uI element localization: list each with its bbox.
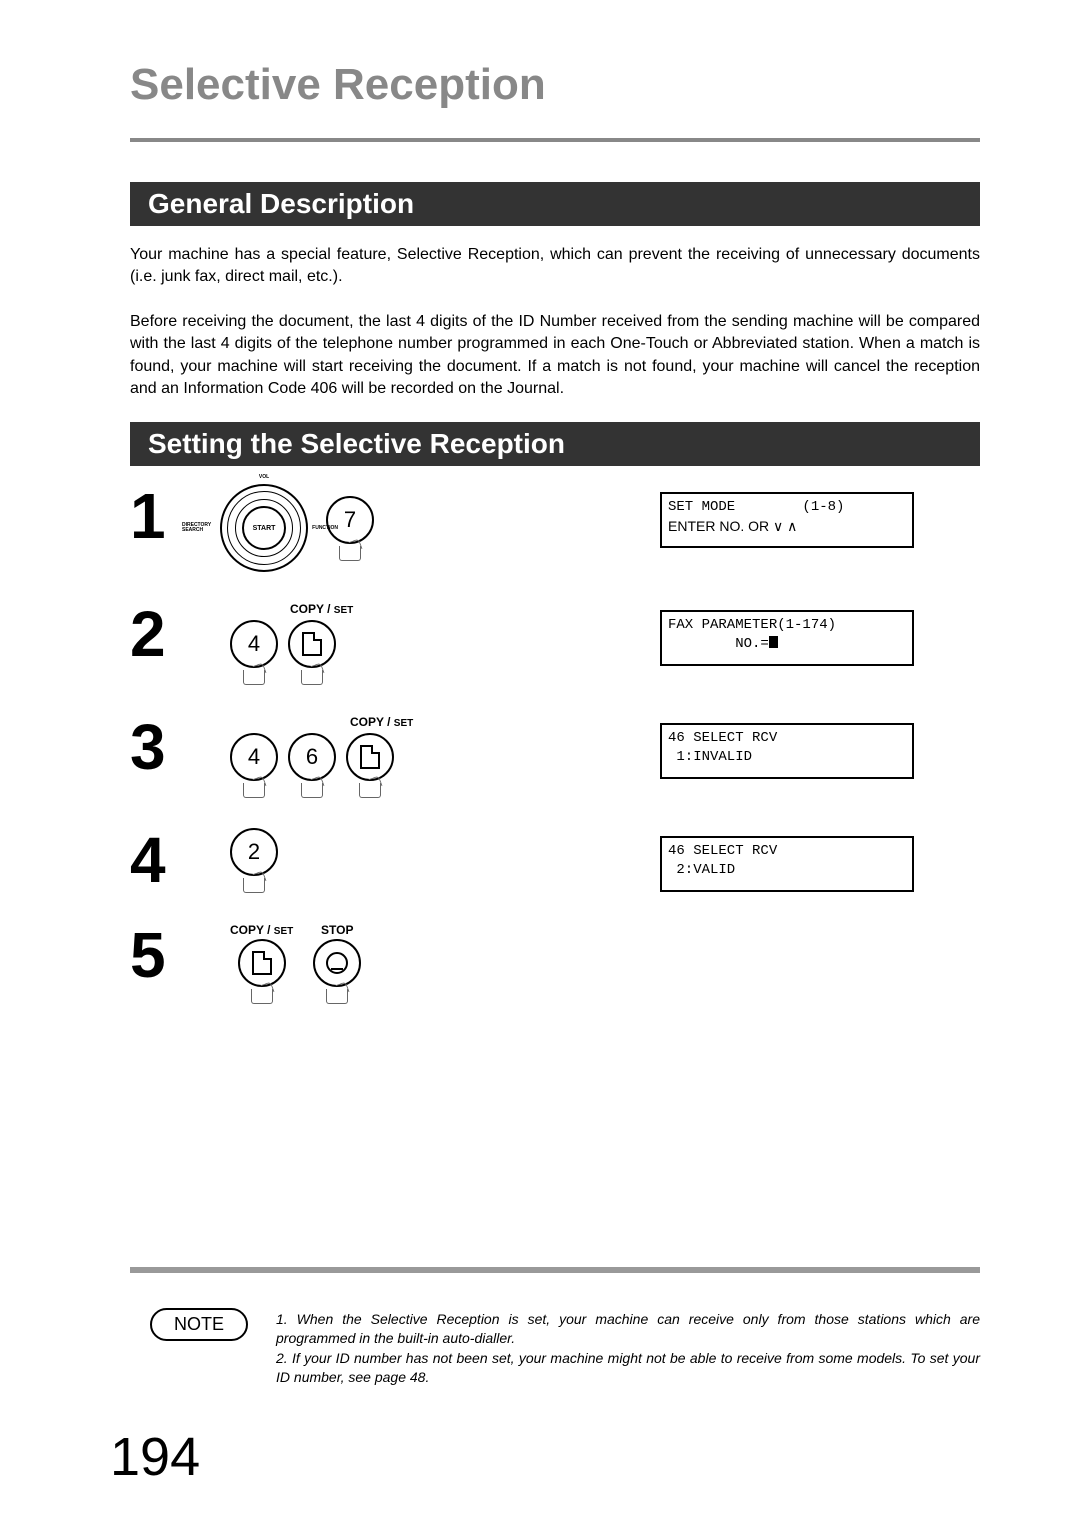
- page-title: Selective Reception: [130, 60, 980, 110]
- step-5: 5 COPY / SET STOP: [130, 923, 980, 1004]
- step-3: 3 COPY / SET 4 6: [130, 715, 980, 798]
- lcd-line: 46 SELECT RCV: [668, 843, 777, 859]
- step-1: 1 VOL DIRECTORYSEARCH FUNCTION START 7: [130, 484, 980, 572]
- lcd-display-4: 46 SELECT RCV 2:VALID: [660, 836, 914, 892]
- press-icon: [301, 670, 323, 685]
- press-icon: [243, 670, 265, 685]
- key-4-label: 4: [230, 733, 278, 781]
- steps-list: 1 VOL DIRECTORYSEARCH FUNCTION START 7: [130, 484, 980, 1004]
- press-icon: [243, 783, 265, 798]
- general-paragraph-2: Before receiving the document, the last …: [130, 311, 980, 401]
- note-item-1: 1. When the Selective Reception is set, …: [276, 1310, 980, 1349]
- key-7-label: 7: [326, 496, 374, 544]
- lcd-display-2: FAX PARAMETER(1-174) NO.=: [660, 610, 914, 666]
- press-icon: [339, 546, 361, 561]
- lcd-line: 2:VALID: [668, 862, 735, 878]
- key-6-button: 6: [288, 733, 336, 798]
- dial-function-label: FUNCTION: [312, 525, 338, 531]
- key-4-button: 4: [230, 733, 278, 798]
- press-icon: [243, 878, 265, 893]
- step-4: 4 2 46 SELECT RCV 2:VALID: [130, 828, 980, 893]
- lcd-display-1: SET MODE (1-8) ENTER NO. OR ∨ ∧: [660, 492, 914, 548]
- lcd-line: ENTER NO. OR ∨ ∧: [668, 518, 797, 534]
- section-heading-setting: Setting the Selective Reception: [130, 422, 980, 466]
- copy-set-label: COPY / SET: [230, 923, 293, 937]
- key-2-button: 2: [230, 828, 278, 893]
- press-icon: [359, 783, 381, 798]
- press-icon: [301, 783, 323, 798]
- step-2: 2 COPY / SET 4 FAX PARAMETER(1-174): [130, 602, 980, 685]
- section-heading-general: General Description: [130, 182, 980, 226]
- note-section: NOTE 1. When the Selective Reception is …: [150, 1310, 980, 1388]
- start-button-label: START: [242, 506, 286, 550]
- press-icon: [251, 989, 273, 1004]
- dial-dirsearch-label: DIRECTORYSEARCH: [182, 523, 211, 533]
- note-list: 1. When the Selective Reception is set, …: [276, 1310, 980, 1388]
- footer-rule: [130, 1267, 980, 1273]
- copy-set-label: COPY / SET: [350, 715, 413, 729]
- copy-set-icon: [360, 745, 380, 769]
- dial-vol-label: VOL: [259, 474, 269, 480]
- step-number: 5: [130, 923, 220, 987]
- stop-label: STOP: [321, 923, 353, 937]
- note-item-2: 2. If your ID number has not been set, y…: [276, 1349, 980, 1388]
- copy-set-icon: [302, 632, 322, 656]
- lcd-display-3: 46 SELECT RCV 1:INVALID: [660, 723, 914, 779]
- lcd-line: 46 SELECT RCV: [668, 730, 777, 746]
- step-number: 4: [130, 828, 220, 892]
- title-rule: [130, 138, 980, 142]
- lcd-line: 1:INVALID: [668, 749, 752, 765]
- page-number: 194: [110, 1426, 200, 1488]
- set-button: [346, 733, 394, 798]
- key-6-label: 6: [288, 733, 336, 781]
- step-number: 1: [130, 484, 220, 548]
- lcd-line: SET MODE (1-8): [668, 499, 844, 515]
- page: Selective Reception General Description …: [0, 0, 1080, 1528]
- press-icon: [326, 989, 348, 1004]
- key-4-button: 4: [230, 620, 278, 685]
- lcd-line: NO.=: [668, 636, 769, 652]
- key-4-label: 4: [230, 620, 278, 668]
- stop-icon: [326, 952, 348, 974]
- step-number: 3: [130, 715, 220, 779]
- stop-button: [313, 939, 361, 1004]
- set-button: [238, 939, 286, 1004]
- function-dial-icon: START: [220, 484, 308, 572]
- set-button: [288, 620, 336, 685]
- lcd-line: FAX PARAMETER(1-174): [668, 617, 836, 633]
- step-number: 2: [130, 602, 220, 666]
- copy-set-label: COPY / SET: [290, 602, 353, 616]
- cursor-icon: [769, 636, 778, 648]
- copy-set-icon: [252, 951, 272, 975]
- key-2-label: 2: [230, 828, 278, 876]
- note-badge: NOTE: [150, 1308, 248, 1341]
- general-paragraph-1: Your machine has a special feature, Sele…: [130, 244, 980, 289]
